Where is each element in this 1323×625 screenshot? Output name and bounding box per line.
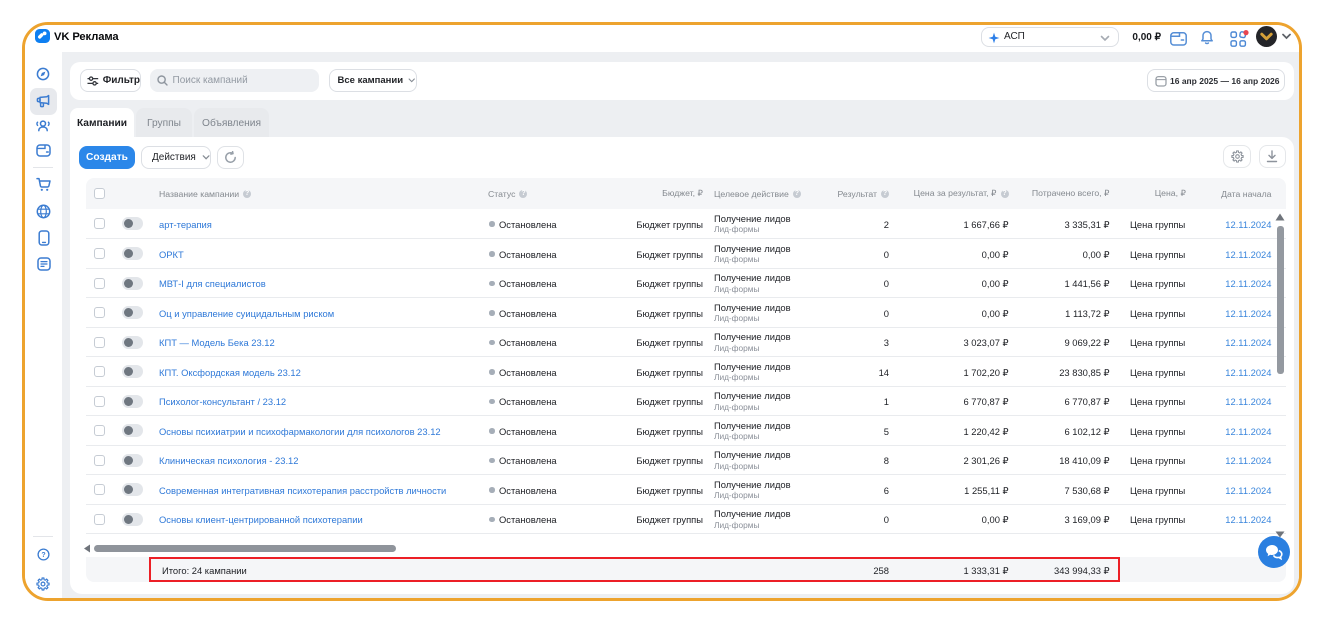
svg-text:?: ? (41, 552, 45, 559)
